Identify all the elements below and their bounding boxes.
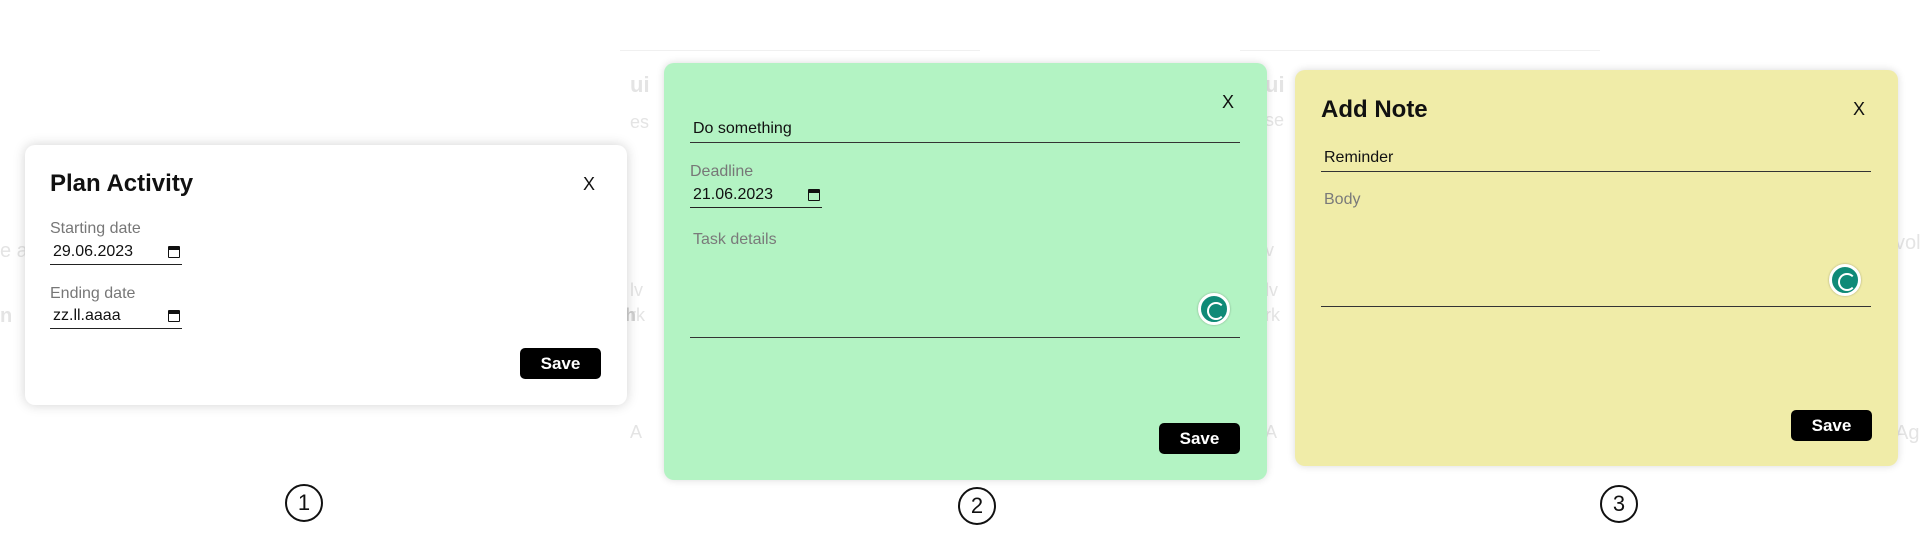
calendar-icon[interactable] [168, 310, 180, 322]
note-title-input[interactable]: Reminder [1321, 149, 1871, 172]
calendar-icon[interactable] [168, 246, 180, 258]
calendar-icon[interactable] [808, 189, 820, 201]
starting-date-value: 29.06.2023 [53, 243, 134, 260]
task-dialog: X Do something Deadline 21.06.2023 Task … [664, 63, 1267, 480]
grammarly-icon[interactable] [1198, 293, 1230, 325]
dialog-title: Add Note [1321, 96, 1428, 123]
marker-2: 2 [958, 487, 996, 525]
dialog-title: Plan Activity [50, 170, 194, 197]
save-button[interactable]: Save [1159, 423, 1240, 454]
grammarly-icon[interactable] [1829, 264, 1861, 296]
ending-date-input[interactable]: zz.ll.aaaa [50, 303, 182, 329]
save-button[interactable]: Save [520, 348, 601, 379]
deadline-value: 21.06.2023 [693, 186, 774, 203]
deadline-input[interactable]: 21.06.2023 [690, 182, 822, 208]
note-body-textarea[interactable]: Body [1321, 183, 1871, 307]
plan-activity-dialog: Plan Activity X Starting date 29.06.2023… [25, 145, 627, 405]
add-note-dialog: Add Note X Reminder Body Save [1295, 70, 1898, 466]
task-details-textarea[interactable]: Task details [690, 226, 1240, 338]
close-button[interactable]: X [583, 174, 595, 195]
close-button[interactable]: X [1222, 92, 1234, 113]
close-button[interactable]: X [1853, 99, 1865, 120]
ending-date-value: zz.ll.aaaa [53, 307, 121, 324]
marker-1: 1 [285, 484, 323, 522]
save-button[interactable]: Save [1791, 410, 1872, 441]
note-body-placeholder: Body [1324, 191, 1361, 208]
marker-3: 3 [1600, 485, 1638, 523]
deadline-label: Deadline [690, 163, 754, 180]
task-details-placeholder: Task details [693, 231, 777, 248]
task-title-input[interactable]: Do something [690, 120, 1240, 143]
starting-date-label: Starting date [50, 220, 141, 237]
ending-date-label: Ending date [50, 285, 136, 302]
starting-date-input[interactable]: 29.06.2023 [50, 239, 182, 265]
